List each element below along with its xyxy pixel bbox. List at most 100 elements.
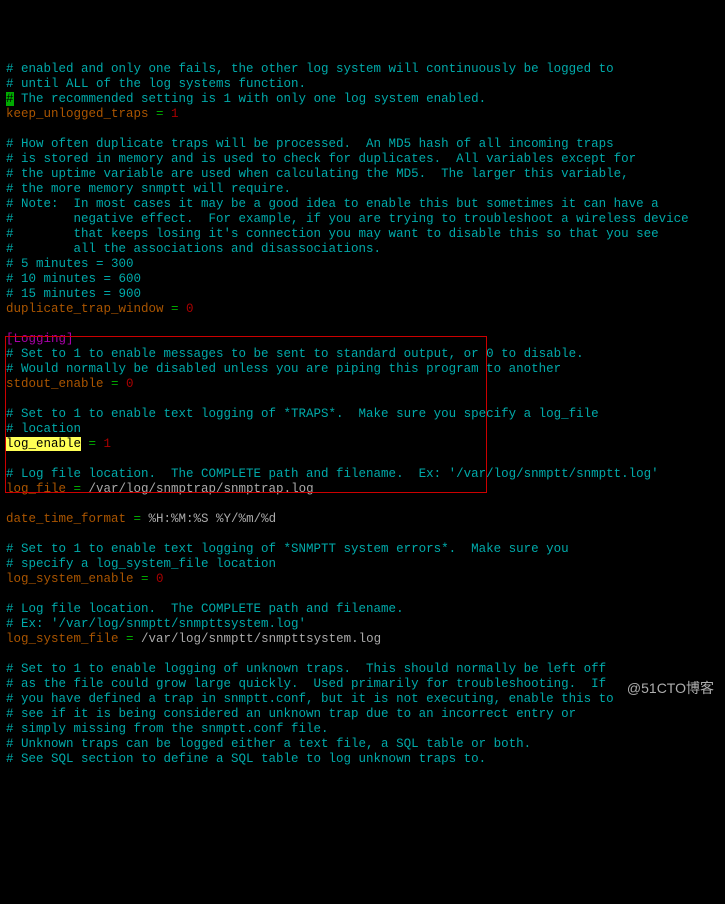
comment-text: # Would normally be disabled unless you …: [6, 362, 561, 376]
equals-sign: =: [74, 482, 89, 496]
comment-text: # Set to 1 to enable logging of unknown …: [6, 662, 606, 676]
equals-sign: =: [126, 632, 141, 646]
comment-text: # negative effect. For example, if you a…: [6, 212, 689, 226]
code-line: # simply missing from the snmptt.conf fi…: [6, 722, 719, 737]
comment-text: # How often duplicate traps will be proc…: [6, 137, 614, 151]
config-value-string: /var/log/snmptt/snmpttsystem.log: [141, 632, 381, 646]
config-value-number: 0: [186, 302, 194, 316]
comment-text: # 5 minutes = 300: [6, 257, 134, 271]
comment-text: # Unknown traps can be logged either a t…: [6, 737, 531, 751]
config-key: duplicate_trap_window: [6, 302, 171, 316]
config-key: keep_unlogged_traps: [6, 107, 156, 121]
code-line: # Ex: '/var/log/snmptt/snmpttsystem.log': [6, 617, 719, 632]
code-line: # is stored in memory and is used to che…: [6, 152, 719, 167]
code-line: # enabled and only one fails, the other …: [6, 62, 719, 77]
code-line: [Logging]: [6, 332, 719, 347]
code-line: log_system_file = /var/log/snmptt/snmptt…: [6, 632, 719, 647]
code-line: # Set to 1 to enable messages to be sent…: [6, 347, 719, 362]
watermark: @51CTO博客: [624, 680, 717, 697]
comment-text: # Set to 1 to enable messages to be sent…: [6, 347, 584, 361]
code-line: # until ALL of the log systems function.: [6, 77, 719, 92]
code-line: [6, 527, 719, 542]
config-value-number: 0: [126, 377, 134, 391]
code-line: # you have defined a trap in snmptt.conf…: [6, 692, 719, 707]
code-line: # see if it is being considered an unkno…: [6, 707, 719, 722]
code-line: [6, 647, 719, 662]
code-line: # specify a log_system_file location: [6, 557, 719, 572]
code-line: log_system_enable = 0: [6, 572, 719, 587]
code-line: [6, 452, 719, 467]
comment-text: # as the file could grow large quickly. …: [6, 677, 606, 691]
code-line: # The recommended setting is 1 with only…: [6, 92, 719, 107]
code-line: # the more memory snmptt will require.: [6, 182, 719, 197]
code-line: [6, 587, 719, 602]
code-line: # all the associations and disassociatio…: [6, 242, 719, 257]
comment-text: # you have defined a trap in snmptt.conf…: [6, 692, 614, 706]
comment-text: # Set to 1 to enable text logging of *TR…: [6, 407, 599, 421]
code-line: # 5 minutes = 300: [6, 257, 719, 272]
comment-text: # See SQL section to define a SQL table …: [6, 752, 486, 766]
code-line: stdout_enable = 0: [6, 377, 719, 392]
code-line: # as the file could grow large quickly. …: [6, 677, 719, 692]
config-value-number: 1: [171, 107, 179, 121]
config-key: log_file: [6, 482, 74, 496]
comment-text: # see if it is being considered an unkno…: [6, 707, 576, 721]
comment-text: # 15 minutes = 900: [6, 287, 141, 301]
code-line: # that keeps losing it's connection you …: [6, 227, 719, 242]
comment-text: # enabled and only one fails, the other …: [6, 62, 614, 76]
terminal-viewport[interactable]: # enabled and only one fails, the other …: [0, 60, 725, 769]
code-line: keep_unlogged_traps = 1: [6, 107, 719, 122]
config-value-number: 1: [104, 437, 112, 451]
comment-text: # specify a log_system_file location: [6, 557, 276, 571]
comment-text: The recommended setting is 1 with only o…: [14, 92, 487, 106]
equals-sign: =: [111, 377, 126, 391]
section-header: [Logging]: [6, 332, 74, 346]
code-line: # 15 minutes = 900: [6, 287, 719, 302]
code-line: # 10 minutes = 600: [6, 272, 719, 287]
comment-text: # is stored in memory and is used to che…: [6, 152, 636, 166]
equals-sign: =: [89, 437, 104, 451]
code-line: # Would normally be disabled unless you …: [6, 362, 719, 377]
code-line: [6, 497, 719, 512]
comment-text: # that keeps losing it's connection you …: [6, 227, 659, 241]
comment-text: # all the associations and disassociatio…: [6, 242, 381, 256]
search-highlight: log_enable: [6, 437, 81, 451]
comment-text: # 10 minutes = 600: [6, 272, 141, 286]
config-value-string: %H:%M:%S %Y/%m/%d: [149, 512, 277, 526]
comment-text: # Ex: '/var/log/snmptt/snmpttsystem.log': [6, 617, 306, 631]
comment-text: # the uptime variable are used when calc…: [6, 167, 629, 181]
code-line: # negative effect. For example, if you a…: [6, 212, 719, 227]
code-line: # How often duplicate traps will be proc…: [6, 137, 719, 152]
comment-text: # location: [6, 422, 81, 436]
code-line: date_time_format = %H:%M:%S %Y/%m/%d: [6, 512, 719, 527]
comment-text: # Log file location. The COMPLETE path a…: [6, 602, 404, 616]
code-line: [6, 317, 719, 332]
code-line: # See SQL section to define a SQL table …: [6, 752, 719, 767]
comment-text: # Note: In most cases it may be a good i…: [6, 197, 659, 211]
code-line: # the uptime variable are used when calc…: [6, 167, 719, 182]
config-key: date_time_format: [6, 512, 134, 526]
config-key: log_system_file: [6, 632, 126, 646]
code-line: # Set to 1 to enable logging of unknown …: [6, 662, 719, 677]
equals-sign: =: [156, 107, 171, 121]
code-line: # Set to 1 to enable text logging of *TR…: [6, 407, 719, 422]
code-line: # Log file location. The COMPLETE path a…: [6, 467, 719, 482]
equals-sign: =: [141, 572, 156, 586]
config-key: log_system_enable: [6, 572, 141, 586]
equals-sign: =: [134, 512, 149, 526]
comment-text: # until ALL of the log systems function.: [6, 77, 306, 91]
code-line: log_enable = 1: [6, 437, 719, 452]
code-line: # Note: In most cases it may be a good i…: [6, 197, 719, 212]
comment-text: # Set to 1 to enable text logging of *SN…: [6, 542, 569, 556]
comment-text: # Log file location. The COMPLETE path a…: [6, 467, 659, 481]
config-key: stdout_enable: [6, 377, 111, 391]
code-line: [6, 392, 719, 407]
config-value-string: /var/log/snmptrap/snmptrap.log: [89, 482, 314, 496]
comment-text: # the more memory snmptt will require.: [6, 182, 291, 196]
code-line: log_file = /var/log/snmptrap/snmptrap.lo…: [6, 482, 719, 497]
comment-text: # simply missing from the snmptt.conf fi…: [6, 722, 329, 736]
code-line: [6, 122, 719, 137]
code-line: # Set to 1 to enable text logging of *SN…: [6, 542, 719, 557]
code-line: # Unknown traps can be logged either a t…: [6, 737, 719, 752]
cursor-highlight: #: [6, 92, 14, 106]
